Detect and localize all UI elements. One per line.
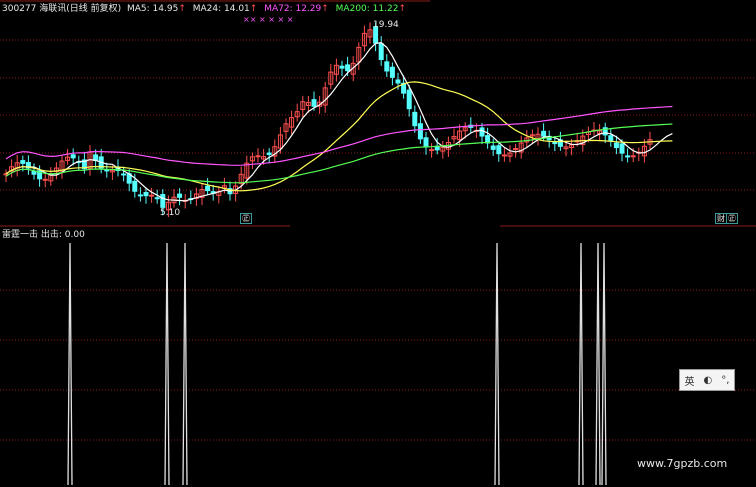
ime-toolbar[interactable]: 英 ◐ °, [679, 369, 735, 391]
high-price-label: 19.94 [373, 20, 399, 30]
signal-spike-6 [601, 242, 607, 486]
ma200-value: MA200: 11.22 [335, 4, 399, 14]
header-bar: 300277 海联讯(日线 前复权) MA5: 14.95↑ MA24: 14.… [2, 4, 406, 15]
candle-body-45 [255, 155, 261, 158]
candle-body-73 [412, 111, 418, 127]
candle-body-89 [501, 154, 507, 157]
candle-body-18 [104, 169, 110, 172]
signal-spike-0 [67, 242, 73, 486]
candle-body-5 [31, 170, 37, 175]
candle-body-68 [384, 61, 390, 72]
ma72-arrow-icon: ↑ [321, 4, 329, 14]
candle-body-85 [479, 127, 485, 137]
stock-chart-window: 300277 海联讯(日线 前复权) MA5: 14.95↑ MA24: 14.… [0, 0, 756, 487]
ime-punct-button[interactable]: °, [721, 375, 729, 386]
candle-body-70 [395, 79, 401, 84]
ma24-line [5, 81, 673, 192]
candle-body-112 [630, 155, 636, 158]
candle-body-76 [429, 149, 435, 152]
candle-body-0 [3, 173, 9, 176]
ma5-arrow-icon: ↑ [178, 4, 186, 14]
candle-body-74 [417, 123, 423, 140]
candle-body-72 [406, 89, 412, 110]
event-flag-1[interactable]: ㊣ [240, 213, 252, 224]
candle-body-98 [552, 141, 558, 145]
ma72-value: MA72: 12.29 [264, 4, 322, 14]
ma5-value: MA5: 14.95 [127, 4, 179, 14]
candle-body-67 [378, 43, 384, 61]
candle-body-110 [619, 143, 625, 154]
event-flag-3[interactable]: ㊣ [726, 213, 738, 224]
stock-code: 300277 [2, 4, 37, 14]
candle-body-36 [205, 185, 211, 192]
ime-moon-icon[interactable]: ◐ [704, 375, 713, 386]
candle-body-75 [423, 137, 429, 148]
candle-body-27 [154, 197, 160, 200]
candle-body-108 [608, 135, 614, 142]
candle-body-87 [490, 145, 496, 150]
low-price-label: 5.10 [160, 208, 181, 218]
candle-body-111 [625, 155, 631, 158]
indicator-title: 雷霆一击 出击: 0.00 [2, 230, 85, 240]
signal-spike-4 [578, 242, 584, 486]
candle-body-55 [311, 99, 317, 107]
candle-body-26 [149, 194, 155, 197]
candle-body-61 [345, 64, 351, 72]
signal-spike-3 [494, 242, 500, 486]
candle-body-109 [613, 142, 619, 149]
candle-body-60 [339, 65, 345, 69]
candle-body-96 [541, 130, 547, 137]
candle-body-23 [132, 180, 138, 192]
signal-spike-2 [182, 242, 188, 486]
candle-body-12 [70, 154, 76, 159]
ma5-line [5, 41, 673, 202]
ime-lang-button[interactable]: 英 [685, 373, 695, 388]
stock-name: 海联讯(日线 前复权) [39, 4, 122, 14]
candle-body-88 [496, 145, 502, 155]
candle-body-69 [389, 66, 395, 78]
ma200-arrow-icon: ↑ [398, 4, 406, 14]
candle-body-31 [177, 193, 183, 198]
ma24-arrow-icon: ↑ [249, 4, 258, 14]
watermark: www.7gpzb.com [637, 457, 728, 470]
candle-body-21 [121, 173, 127, 176]
signal-spike-1 [164, 242, 170, 486]
candle-body-47 [266, 152, 272, 155]
candle-body-25 [143, 192, 149, 197]
signal-spike-5 [595, 242, 601, 486]
candle-body-91 [513, 148, 519, 151]
candle-body-7 [42, 178, 48, 181]
signal-markers: ×× × × × × [243, 15, 294, 24]
candle-body-24 [137, 194, 143, 197]
ma24-value: MA24: 14.01 [192, 4, 250, 14]
candle-body-3 [20, 160, 26, 164]
candle-body-28 [160, 194, 166, 208]
chart-canvas [0, 0, 756, 486]
